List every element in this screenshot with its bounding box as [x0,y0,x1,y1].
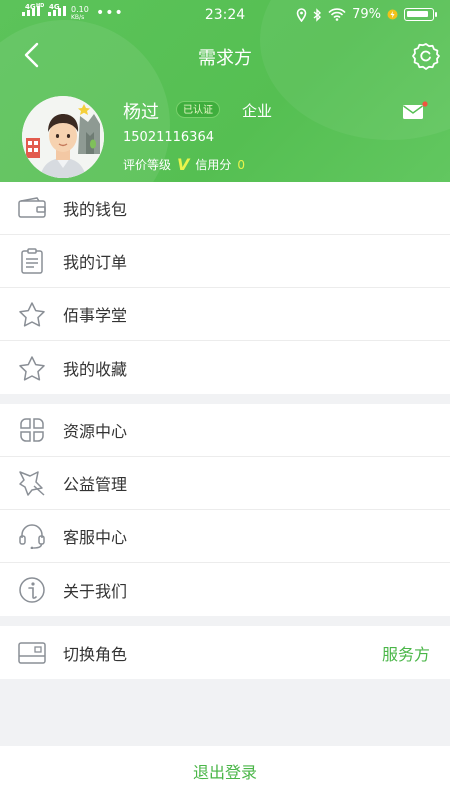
nav-bar: 需求方 [0,30,450,80]
menu-item-label: 资源中心 [63,422,128,441]
menu-group-services: 资源中心 公益管理 客服中心 关于我们 [0,404,450,616]
star-icon [17,353,47,383]
menu-item-label: 我的收藏 [63,359,128,379]
status-bar: 4G HD 4G 0.10 KB/s ••• 23:24 79% [0,0,450,30]
menu-item-label: 我的钱包 [63,200,128,219]
logout-button[interactable]: 退出登录 [0,746,450,800]
status-right: 79% [296,7,437,22]
avatar-illustration [22,96,104,178]
menu-item-label: 佰事学堂 [63,306,128,325]
page-title: 需求方 [198,48,252,69]
menu-item-resource-center[interactable]: 资源中心 [0,404,450,457]
menu-item-label: 客服中心 [63,528,128,547]
wifi-icon [328,8,346,21]
star-icon [17,299,47,329]
switch-role-label: 切换角色 [63,644,128,664]
headset-icon [17,521,47,551]
settings-icon[interactable] [410,40,442,72]
user-phone: 15021116364 [123,130,214,145]
credit-label: 信用分 [195,158,232,172]
credit-value: 0 [237,157,246,172]
menu-item-about-us[interactable]: 关于我们 [0,563,450,616]
grid-icon [17,415,47,445]
verified-badge: 已认证 [176,101,220,118]
charging-icon [387,9,398,20]
menu-item-wallet[interactable]: 我的钱包 [0,182,450,235]
menu-item-label: 关于我们 [63,581,128,601]
menu-item-label: 公益管理 [63,475,128,494]
menu-item-charity[interactable]: 公益管理 [0,457,450,510]
menu-item-label: 我的订单 [63,253,128,272]
avatar[interactable] [22,96,104,178]
clipboard-icon [17,246,47,276]
leaf-icon [17,468,47,498]
user-type: 企业 [242,102,273,120]
mail-icon[interactable] [402,101,428,121]
profile-header: 4G HD 4G 0.10 KB/s ••• 23:24 79% 需求方 杨过 … [0,0,450,182]
bluetooth-icon [313,7,322,22]
battery-icon [404,8,437,21]
location-icon [296,7,307,22]
menu-group-account: 我的钱包 我的订单 佰事学堂 我的收藏 [0,182,450,394]
menu-item-orders[interactable]: 我的订单 [0,235,450,288]
switch-role-value: 服务方 [381,644,430,664]
rating-row: 评价等级 V 信用分 0 [123,155,245,174]
menu-item-academy[interactable]: 佰事学堂 [0,288,450,341]
menu-group-role: 切换角色 服务方 [0,626,450,679]
info-icon [17,575,47,605]
id-card-icon [17,638,47,668]
user-name: 杨过 [123,102,159,123]
switch-role-item[interactable]: 切换角色 服务方 [0,626,450,679]
battery-percent: 79% [352,7,381,22]
rating-level-icon: V [177,155,190,174]
wallet-icon [17,193,47,223]
rating-label: 评价等级 [123,158,172,172]
menu-item-favorites[interactable]: 我的收藏 [0,341,450,394]
menu-item-customer-service[interactable]: 客服中心 [0,510,450,563]
